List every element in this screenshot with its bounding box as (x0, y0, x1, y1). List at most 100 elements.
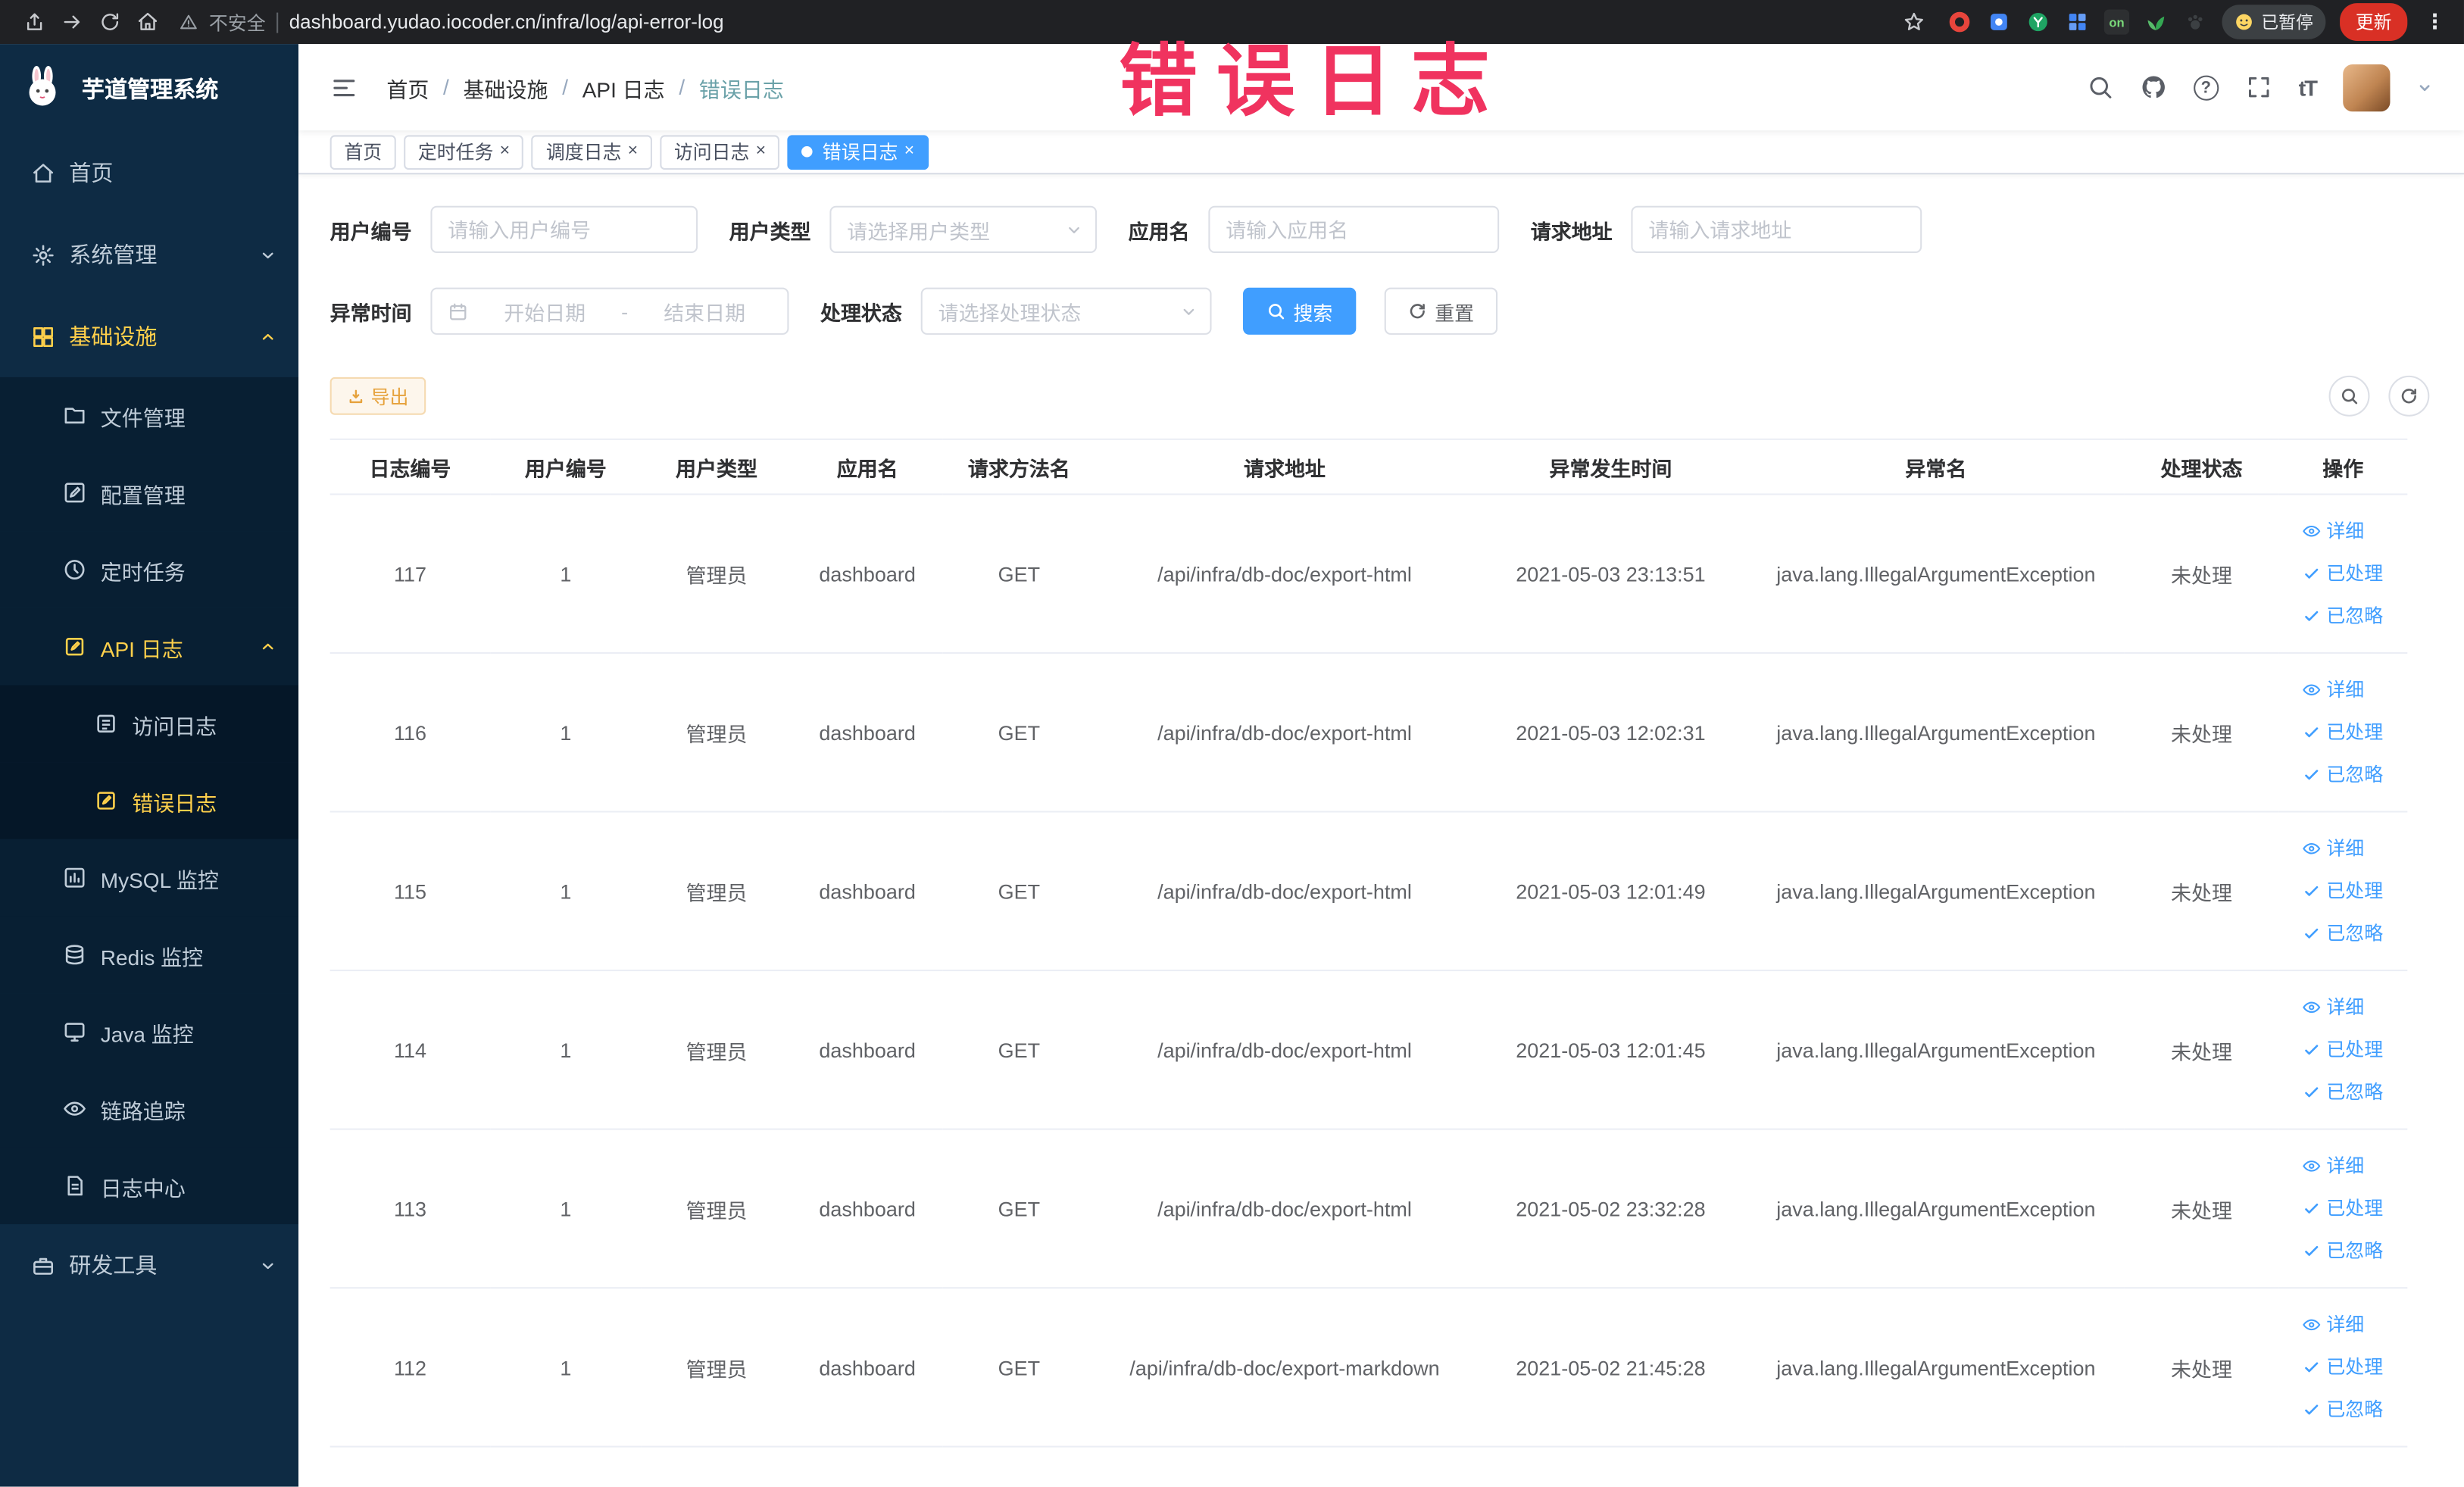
cell-request-url: /api/infra/db-doc/export-html (1095, 811, 1474, 972)
detail-link[interactable]: 详细 (2303, 669, 2383, 711)
process-status-select[interactable]: 请选择处理状态 (920, 287, 1212, 335)
check-icon (2306, 1203, 2319, 1214)
sidebar-item-redis-monitor[interactable]: Redis 监控 (0, 916, 299, 994)
sidebar-item-log-center[interactable]: 日志中心 (0, 1147, 299, 1225)
sidebar-item-mysql-monitor[interactable]: MySQL 监控 (0, 839, 299, 917)
mark-ignored-link[interactable]: 已忽略 (2303, 1229, 2383, 1272)
bookmark-star-icon[interactable] (1895, 3, 1933, 41)
sidebar-item-access-log[interactable]: 访问日志 (0, 685, 299, 763)
close-icon[interactable]: × (756, 142, 766, 161)
forward-icon[interactable] (54, 3, 92, 41)
extension-icon-red-donut[interactable] (1947, 9, 1972, 34)
browser-home-icon[interactable] (129, 3, 167, 41)
search-button[interactable]: 搜索 (1243, 287, 1357, 335)
sidebar-item-infrastructure[interactable]: 基础设施 (0, 295, 298, 377)
tab-dispatch-log[interactable]: 调度日志 × (532, 134, 652, 170)
col-user-id: 用户编号 (490, 438, 642, 495)
mark-processed-link[interactable]: 已处理 (2303, 552, 2383, 595)
help-icon[interactable]: ? (2193, 74, 2219, 100)
close-icon[interactable]: × (904, 142, 914, 161)
github-icon[interactable] (2140, 74, 2166, 101)
address-bar[interactable]: 不安全 dashboard.yudao.iocoder.cn/infra/log… (180, 8, 1880, 35)
tab-error-log[interactable]: 错误日志 × (788, 134, 929, 170)
cell-request-url: /api/infra/db-doc/export-html (1095, 1129, 1474, 1289)
extension-icon-leaf[interactable] (2144, 9, 2169, 34)
extension-icon-on-badge[interactable]: on (2103, 9, 2130, 35)
breadcrumb-api-logs[interactable]: API 日志 (582, 71, 665, 102)
mark-ignored-link[interactable]: 已忽略 (2303, 595, 2383, 637)
refresh-icon (1410, 304, 1425, 319)
breadcrumb-home[interactable]: 首页 (386, 71, 429, 102)
sidebar-item-java-monitor[interactable]: Java 监控 (0, 993, 299, 1070)
sidebar-item-error-log[interactable]: 错误日志 (0, 762, 299, 839)
mark-processed-link[interactable]: 已处理 (2303, 1187, 2383, 1229)
paused-badge[interactable]: 已暂停 (2222, 5, 2326, 39)
breadcrumb-separator: / (562, 75, 569, 99)
detail-link[interactable]: 详细 (2303, 1145, 2383, 1187)
user-id-input[interactable] (430, 205, 698, 254)
sidebar-item-home[interactable]: 首页 (0, 132, 298, 214)
cell-actions: 详细 已处理 已忽略 (2278, 494, 2408, 654)
breadcrumb-infrastructure[interactable]: 基础设施 (464, 71, 548, 102)
end-date-placeholder: 结束日期 (664, 301, 746, 325)
date-range-picker[interactable]: 开始日期 - 结束日期 (430, 287, 789, 335)
sidebar-item-file-management[interactable]: 文件管理 (0, 376, 299, 455)
search-icon[interactable] (2087, 74, 2113, 101)
sidebar-item-config-management[interactable]: 配置管理 (0, 454, 299, 532)
extension-icon-blue[interactable] (1986, 9, 2011, 34)
document-icon (94, 712, 117, 736)
tab-home[interactable]: 首页 (329, 134, 396, 170)
sidebar-item-api-logs[interactable]: API 日志 (0, 608, 299, 686)
bar-chart-icon (63, 866, 86, 889)
mark-ignored-link[interactable]: 已忽略 (2303, 1071, 2383, 1114)
sidebar-item-system-management[interactable]: 系统管理 (0, 214, 298, 295)
mark-processed-link[interactable]: 已处理 (2303, 1346, 2383, 1389)
ignored-link-label: 已忽略 (2326, 921, 2384, 944)
sidebar-item-scheduled-tasks[interactable]: 定时任务 (0, 531, 299, 608)
mark-ignored-link[interactable]: 已忽略 (2303, 754, 2383, 796)
close-icon[interactable]: × (628, 142, 638, 161)
update-button[interactable]: 更新 (2340, 3, 2408, 41)
detail-link[interactable]: 详细 (2303, 510, 2383, 552)
app-name-input[interactable] (1208, 205, 1500, 254)
cell-log-id: 114 (329, 970, 491, 1130)
share-icon[interactable] (16, 3, 54, 41)
mark-processed-link[interactable]: 已处理 (2303, 870, 2383, 912)
tab-label: 调度日志 (545, 141, 622, 164)
sidebar-item-label: Redis 监控 (100, 945, 204, 969)
check-icon (2306, 928, 2319, 939)
filter-user-type: 用户类型 请选择用户类型 (729, 205, 1098, 254)
mark-processed-link[interactable]: 已处理 (2303, 711, 2383, 754)
processed-link-label: 已处理 (2326, 720, 2384, 743)
detail-link[interactable]: 详细 (2303, 827, 2383, 870)
sidebar-item-dev-tools[interactable]: 研发工具 (0, 1224, 298, 1306)
sidebar-item-tracing[interactable]: 链路追踪 (0, 1070, 299, 1148)
export-button[interactable]: 导出 (329, 376, 426, 415)
reload-icon[interactable] (91, 3, 129, 41)
hamburger-icon[interactable] (330, 73, 358, 101)
request-url-input[interactable] (1631, 205, 1922, 254)
mark-processed-link[interactable]: 已处理 (2303, 1029, 2383, 1071)
tab-scheduled-tasks[interactable]: 定时任务 × (404, 134, 524, 170)
toggle-search-button[interactable] (2328, 375, 2370, 417)
user-type-select[interactable]: 请选择用户类型 (829, 205, 1098, 254)
avatar[interactable] (2343, 64, 2391, 111)
detail-link[interactable]: 详细 (2303, 1304, 2383, 1346)
detail-link-label: 详细 (2326, 1154, 2365, 1176)
mark-ignored-link[interactable]: 已忽略 (2303, 912, 2383, 954)
extension-icon-green-y[interactable] (2025, 9, 2050, 34)
detail-link[interactable]: 详细 (2303, 986, 2383, 1029)
extension-icon-grid[interactable] (2065, 9, 2090, 34)
mark-ignored-link[interactable]: 已忽略 (2303, 1389, 2383, 1431)
close-icon[interactable]: × (500, 142, 510, 161)
fullscreen-icon[interactable] (2245, 74, 2272, 101)
browser-menu-icon[interactable]: ⋮ (2422, 9, 2448, 34)
tab-access-log[interactable]: 访问日志 × (660, 134, 780, 170)
refresh-table-button[interactable] (2388, 375, 2430, 417)
font-size-icon[interactable]: tT (2299, 75, 2318, 100)
sidebar-logo[interactable]: 芋道管理系统 (0, 44, 298, 132)
extension-icon-paw[interactable] (2183, 9, 2208, 34)
caret-down-icon[interactable] (2417, 80, 2433, 95)
reset-button[interactable]: 重置 (1384, 287, 1498, 335)
smiley-icon (2236, 14, 2252, 30)
